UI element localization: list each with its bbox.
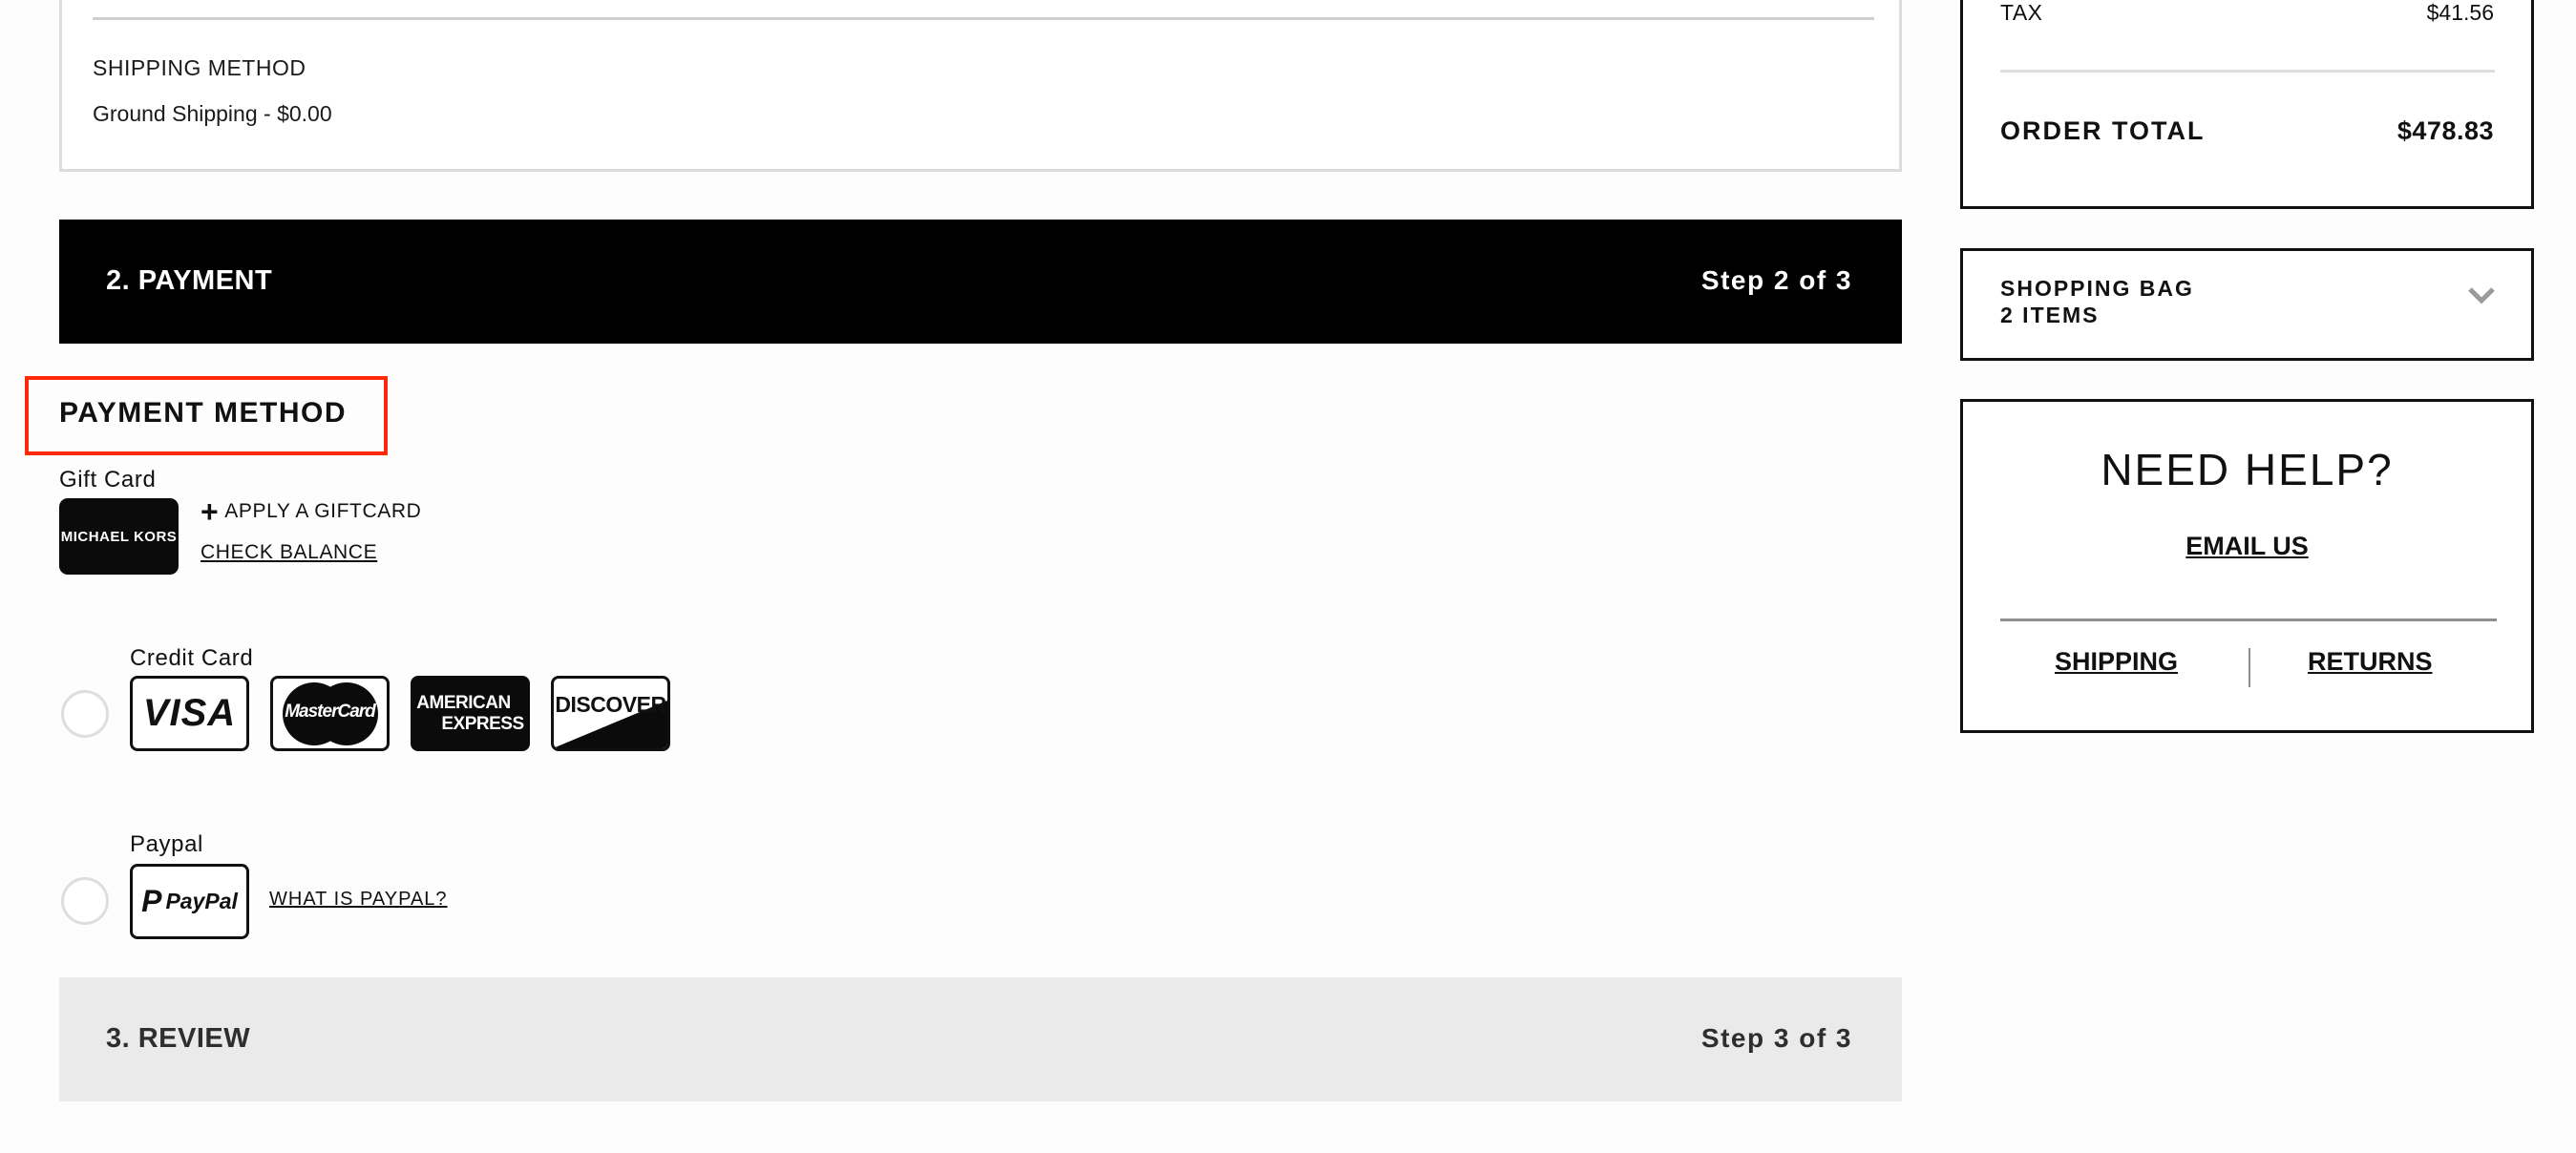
shopping-bag-summary: SHOPPING BAG 2 ITEMS	[2000, 275, 2194, 328]
paypal-icon: P	[141, 884, 162, 918]
divider	[93, 17, 1874, 20]
paypal-label: Paypal	[130, 831, 203, 857]
review-step-header[interactable]: 3. REVIEW Step 3 of 3	[59, 977, 1902, 1101]
paypal-radio[interactable]	[61, 877, 109, 925]
chevron-down-icon[interactable]	[2467, 285, 2496, 306]
payment-step-header: 2. PAYMENT Step 2 of 3	[59, 220, 1902, 344]
paypal-logo-text: PayPal	[165, 889, 238, 913]
tax-value: $41.56	[2426, 0, 2494, 25]
mastercard-logo: MasterCard	[270, 676, 390, 751]
amex-text-line2: EXPRESS	[441, 713, 524, 734]
payment-step-indicator: Step 2 of 3	[1700, 265, 1852, 295]
gift-card-image: MICHAEL KORS	[59, 498, 179, 575]
review-step-title: 3. REVIEW	[106, 1023, 251, 1054]
divider	[2000, 618, 2497, 621]
paypal-logo: P PayPal	[130, 864, 249, 939]
shopping-bag-toggle[interactable]: SHOPPING BAG 2 ITEMS	[1960, 248, 2534, 361]
credit-card-label: Credit Card	[130, 645, 254, 671]
mastercard-text: MasterCard	[285, 701, 376, 722]
shipping-summary-box: SHIPPING METHOD Ground Shipping - $0.00	[59, 0, 1902, 172]
amex-logo: AMERICAN EXPRESS	[411, 676, 530, 751]
apply-giftcard-link[interactable]: + APPLY A GIFTCARD	[201, 494, 422, 529]
shipping-method-label: SHIPPING METHOD	[93, 55, 306, 80]
review-step-indicator: Step 3 of 3	[1700, 1023, 1852, 1053]
visa-text: VISA	[142, 692, 237, 734]
payment-method-heading: PAYMENT METHOD	[59, 397, 348, 429]
amex-text-line1: AMERICAN	[416, 692, 511, 713]
check-balance-link[interactable]: CHECK BALANCE	[201, 541, 377, 564]
returns-link[interactable]: RETURNS	[2308, 647, 2433, 677]
tax-label: TAX	[2000, 0, 2043, 25]
payment-step-title: 2. PAYMENT	[106, 265, 273, 296]
email-us-link[interactable]: EMAIL US	[1963, 532, 2531, 561]
shipping-method-value: Ground Shipping - $0.00	[93, 101, 332, 126]
discover-text: DISCOVER	[555, 692, 666, 717]
order-total-value: $478.83	[2397, 116, 2494, 145]
vertical-divider	[2249, 648, 2250, 687]
order-summary-box: TAX $41.56 ORDER TOTAL $478.83	[1960, 0, 2534, 209]
credit-card-radio[interactable]	[61, 690, 109, 738]
plus-icon: +	[201, 494, 220, 529]
gift-card-label: Gift Card	[59, 467, 157, 493]
apply-giftcard-label: APPLY A GIFTCARD	[224, 500, 422, 522]
order-total-label: ORDER TOTAL	[2000, 116, 2206, 145]
visa-logo: VISA	[130, 676, 249, 751]
shipping-info-link[interactable]: SHIPPING	[2055, 647, 2178, 677]
shopping-bag-title: SHOPPING BAG	[2000, 276, 2194, 301]
discover-logo: DISCOVER	[551, 676, 670, 751]
need-help-box: NEED HELP? EMAIL US SHIPPING RETURNS	[1960, 399, 2534, 733]
shopping-bag-count: 2 ITEMS	[2000, 303, 2100, 327]
divider	[2000, 70, 2495, 73]
gift-card-brand: MICHAEL KORS	[60, 528, 178, 545]
what-is-paypal-link[interactable]: WHAT IS PAYPAL?	[269, 889, 448, 911]
need-help-title: NEED HELP?	[2101, 445, 2394, 494]
